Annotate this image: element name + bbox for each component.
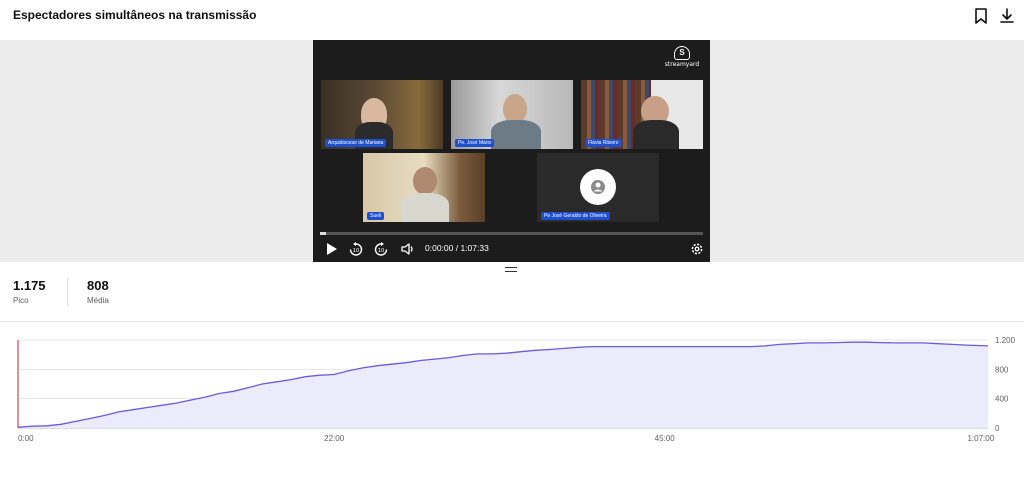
x-tick-label: 22:00 <box>324 434 345 443</box>
avatar-icon <box>591 180 605 194</box>
player-area: S streamyard Arquidiocese de Mariana Pe.… <box>0 40 1024 262</box>
download-icon[interactable] <box>999 7 1015 25</box>
viewers-chart[interactable]: 0 400 800 1.200 0:00 22:00 45:00 1:07:00 <box>0 330 1024 450</box>
y-tick-label: 0 <box>995 424 1000 433</box>
x-tick-label: 1:07:00 <box>967 434 994 443</box>
peak-label: Pico <box>13 296 29 305</box>
average-stat: 808 Média <box>87 278 109 305</box>
participant-name: Pe José Geraldo de Oliveira <box>541 212 610 220</box>
series-area <box>18 342 988 428</box>
forward-10-icon[interactable]: 10 <box>373 241 389 257</box>
x-tick-label: 45:00 <box>655 434 676 443</box>
video-time: 0:00:00 / 1:07:33 <box>425 243 489 253</box>
average-value: 808 <box>87 278 109 293</box>
play-icon[interactable] <box>325 241 339 257</box>
svg-text:10: 10 <box>378 248 384 254</box>
bookmark-icon[interactable] <box>973 7 989 25</box>
svg-text:10: 10 <box>353 248 359 254</box>
video-player[interactable]: S streamyard Arquidiocese de Mariana Pe.… <box>313 40 710 262</box>
participant-tile: Sueli <box>363 153 485 222</box>
participant-name: Sueli <box>367 212 385 220</box>
average-label: Média <box>87 296 109 305</box>
y-tick-label: 400 <box>995 395 1009 404</box>
peak-value: 1.175 <box>13 278 46 293</box>
participant-tile: Arquidiocese de Mariana <box>321 80 443 149</box>
stats-row: 1.175 Pico 808 Média <box>0 270 1024 322</box>
stat-divider <box>67 278 68 306</box>
page-header: Espectadores simultâneos na transmissão <box>0 0 1024 40</box>
volume-icon[interactable] <box>400 241 416 257</box>
rewind-10-icon[interactable]: 10 <box>348 241 364 257</box>
participant-name: Arquidiocese de Mariana <box>325 139 387 147</box>
participant-tile: Flávia Ribeiro <box>581 80 703 149</box>
y-tick-label: 800 <box>995 365 1009 374</box>
participant-name: Flávia Ribeiro <box>585 139 622 147</box>
y-tick-label: 1.200 <box>995 336 1016 345</box>
settings-icon[interactable] <box>689 241 705 257</box>
video-progress-bar[interactable] <box>320 232 703 235</box>
x-tick-label: 0:00 <box>18 434 34 443</box>
streamyard-logo: S streamyard <box>664 46 700 68</box>
participant-tile: Pe. José Mário <box>451 80 573 149</box>
participant-name: Pe. José Mário <box>455 139 495 147</box>
page-title: Espectadores simultâneos na transmissão <box>13 8 257 22</box>
peak-stat: 1.175 Pico <box>13 278 46 305</box>
participant-tile: Pe José Geraldo de Oliveira <box>537 153 659 222</box>
